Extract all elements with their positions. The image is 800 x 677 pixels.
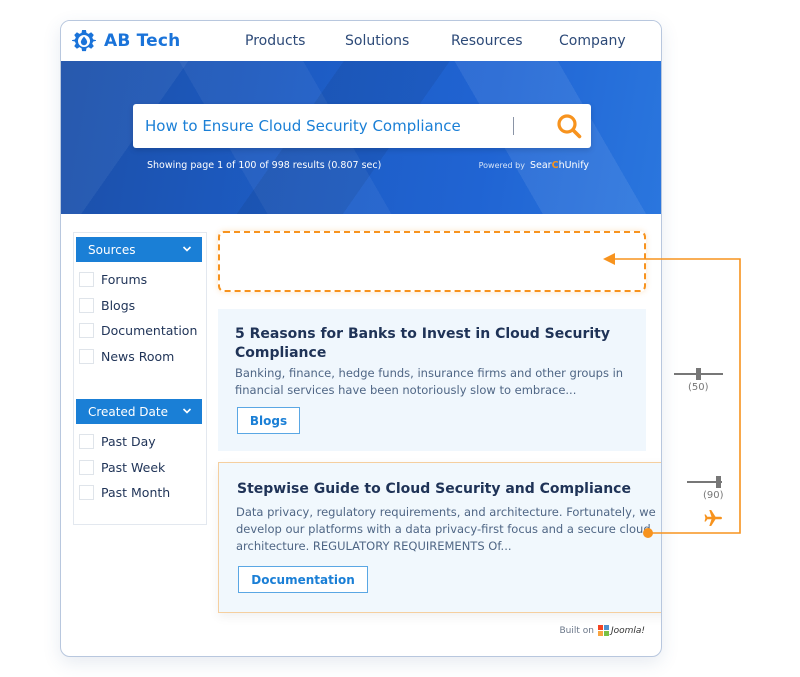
search-icon[interactable] <box>555 112 583 140</box>
facet-option-blogs[interactable]: Blogs <box>79 298 135 313</box>
joomla-label: Joomla! <box>610 625 645 636</box>
brand-logo[interactable]: AB Tech <box>72 29 180 53</box>
option-label: Past Month <box>101 485 171 500</box>
slider-value: (50) <box>688 382 709 393</box>
option-label: News Room <box>101 349 175 364</box>
brand-name: AB Tech <box>104 31 181 51</box>
checkbox[interactable] <box>79 434 94 449</box>
nav-solutions[interactable]: Solutions <box>345 33 409 49</box>
searchunify-logo[interactable]: SearChUnify <box>530 160 589 171</box>
powered-by-label: Powered by <box>478 161 525 170</box>
result-snippet: Banking, finance, hedge funds, insurance… <box>235 366 624 397</box>
slider-1[interactable]: (50) <box>674 368 724 398</box>
option-label: Blogs <box>101 298 136 313</box>
slider-thumb[interactable] <box>716 476 721 488</box>
browser-window: AB Tech Products Solutions Resources Com… <box>60 20 662 657</box>
filter-sidebar: Sources Forums Blogs Documentation News … <box>73 232 207 525</box>
option-label: Forums <box>101 272 148 287</box>
gear-drop-icon <box>72 29 96 52</box>
option-label: Documentation <box>101 323 198 338</box>
nav-resources[interactable]: Resources <box>451 33 523 49</box>
brand-part: C <box>551 160 559 171</box>
nav-products[interactable]: Products <box>245 33 305 49</box>
joomla-icon <box>597 625 609 636</box>
facet-header-sources[interactable]: Sources <box>76 237 202 262</box>
facet-title: Created Date <box>88 404 168 419</box>
chevron-down-icon <box>182 408 192 414</box>
tag-blogs[interactable]: Blogs <box>237 407 300 434</box>
search-input[interactable] <box>145 104 525 148</box>
result-snippet: Data privacy, regulatory requirements, a… <box>236 505 656 553</box>
checkbox[interactable] <box>79 460 94 475</box>
facet-header-created-date[interactable]: Created Date <box>76 399 202 424</box>
nav-company[interactable]: Company <box>559 33 626 49</box>
result-stats: Showing page 1 of 100 of 998 results (0.… <box>147 160 382 171</box>
facet-option-past-week[interactable]: Past Week <box>79 460 165 475</box>
checkbox[interactable] <box>79 349 94 364</box>
brand-part: hUnify <box>558 160 589 171</box>
search-box <box>133 104 591 148</box>
powered-by: Powered by SearChUnify <box>479 160 589 171</box>
search-hero: Showing page 1 of 100 of 998 results (0.… <box>61 61 661 214</box>
tag-documentation[interactable]: Documentation <box>238 566 368 593</box>
checkbox[interactable] <box>79 272 94 287</box>
slider-2[interactable]: (90) <box>687 476 724 506</box>
chevron-down-icon <box>182 246 192 252</box>
airplane-icon <box>704 510 722 526</box>
built-on-label: Built on <box>559 625 594 636</box>
facet-option-news-room[interactable]: News Room <box>79 349 174 364</box>
checkbox[interactable] <box>79 485 94 500</box>
facet-option-past-day[interactable]: Past Day <box>79 434 156 449</box>
joomla-logo[interactable]: Joomla! <box>597 625 645 636</box>
brand-part: Sear <box>529 160 552 171</box>
text-caret <box>513 117 514 135</box>
option-label: Past Week <box>101 460 166 475</box>
slider-value: (90) <box>703 490 724 501</box>
result-card: 5 Reasons for Banks to Invest in Cloud S… <box>218 309 646 451</box>
footer: Built on Joomla! <box>559 625 645 636</box>
drop-target-zone[interactable] <box>218 231 646 292</box>
facet-title: Sources <box>88 242 136 257</box>
facet-option-forums[interactable]: Forums <box>79 272 147 287</box>
slider-thumb[interactable] <box>696 368 701 380</box>
result-title[interactable]: 5 Reasons for Banks to Invest in Cloud S… <box>235 325 625 363</box>
facet-option-past-month[interactable]: Past Month <box>79 485 170 500</box>
navbar: AB Tech Products Solutions Resources Com… <box>61 21 661 61</box>
checkbox[interactable] <box>79 298 94 313</box>
result-title[interactable]: Stepwise Guide to Cloud Security and Com… <box>237 480 657 499</box>
checkbox[interactable] <box>79 323 94 338</box>
result-card-dragging[interactable]: Stepwise Guide to Cloud Security and Com… <box>218 462 661 613</box>
facet-option-documentation[interactable]: Documentation <box>79 323 197 338</box>
option-label: Past Day <box>101 434 156 449</box>
